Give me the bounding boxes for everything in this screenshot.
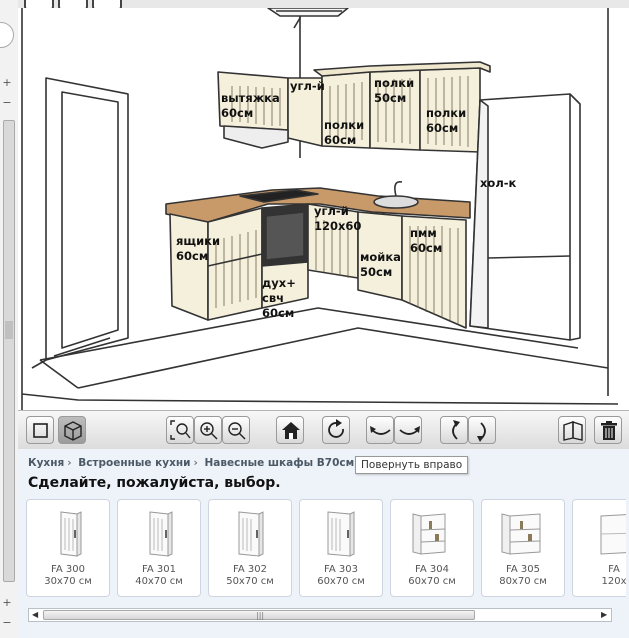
rotate-right-button[interactable] — [394, 416, 422, 444]
tilt-up-button[interactable] — [440, 416, 468, 444]
tilt-up-icon — [452, 420, 460, 440]
collapse-minus-icon[interactable]: − — [0, 616, 14, 630]
home-icon — [282, 422, 300, 439]
left-panel-scrollbar[interactable] — [3, 120, 15, 582]
left-side-panel: + − + − — [0, 0, 19, 638]
view-toolbar — [18, 410, 629, 450]
product-card[interactable]: FA 300 30x70 см — [26, 499, 110, 597]
scrollbar-thumb[interactable] — [5, 321, 13, 339]
product-card[interactable]: FA 304 60x70 см — [390, 499, 474, 597]
label-shelves-60b: полки 60см — [426, 106, 467, 135]
scroll-right-icon[interactable]: ▶ — [601, 610, 607, 619]
label-dishwasher: пмм 60см — [410, 226, 443, 255]
product-name: FA 302 — [233, 564, 267, 575]
label-hood: вытяжка 60см — [221, 91, 280, 120]
top-toolbar — [18, 0, 629, 10]
product-name: FA 305 — [506, 564, 540, 575]
square-plan-icon — [33, 423, 48, 438]
breadcrumb-item[interactable]: Кухня — [28, 457, 64, 469]
product-size: 120x — [601, 576, 626, 587]
product-size: 80x70 см — [499, 576, 547, 587]
zoom-fit-button[interactable] — [166, 416, 194, 444]
product-name: FA 301 — [142, 564, 176, 575]
trash-icon — [601, 421, 617, 440]
view-2d-button[interactable] — [26, 416, 54, 444]
zoom-in-button[interactable] — [194, 416, 222, 444]
label-oven: дух+ свч 60см — [262, 276, 296, 320]
breadcrumb-item[interactable]: Навесные шкафы B70см — [204, 457, 354, 469]
breadcrumb-separator-icon: › — [193, 457, 198, 469]
wall-cabinet-icon — [149, 511, 173, 557]
product-name: FA 300 — [51, 564, 85, 575]
product-card[interactable]: FA 303 60x70 см — [299, 499, 383, 597]
product-card[interactable]: FA 305 80x70 см — [481, 499, 565, 597]
catalog-book-button[interactable] — [558, 416, 586, 444]
delete-button[interactable] — [594, 416, 622, 444]
panel-toggle-button[interactable] — [0, 22, 14, 48]
tilt-down-icon — [477, 422, 486, 442]
tooltip: Повернуть вправо — [355, 456, 469, 474]
label-shelves-60a: полки 60см — [324, 118, 365, 147]
breadcrumb-item[interactable]: Встроенные кухни — [78, 457, 190, 469]
label-sink: мойка 50см — [360, 250, 401, 279]
tilt-down-button[interactable] — [468, 416, 496, 444]
zoom-out-icon — [228, 422, 246, 440]
undo-rotate-button[interactable] — [322, 416, 350, 444]
open-wall-cabinet-icon — [501, 513, 541, 555]
scroll-left-icon[interactable]: ◀ — [32, 610, 38, 619]
product-card[interactable]: FA 301 40x70 см — [117, 499, 201, 597]
breadcrumb: Кухня › Встроенные кухни › Навесные шкафы … — [28, 457, 365, 469]
product-size: 40x70 см — [135, 576, 183, 587]
rotate-right-icon — [399, 426, 420, 435]
catalog-panel: Кухня › Встроенные кухни › Навесные шкафы … — [18, 449, 629, 638]
kitchen-3d-viewport[interactable]: вытяжка 60см угл-й полки 60см полки 50см… — [18, 8, 629, 410]
cube-icon — [64, 421, 82, 441]
narrow-wall-cabinet-icon — [60, 511, 82, 557]
rotate-left-icon — [370, 426, 391, 435]
product-size: 60x70 см — [408, 576, 456, 587]
open-wall-cabinet-icon — [412, 513, 446, 555]
product-card[interactable]: FA 302 50x70 см — [208, 499, 292, 597]
product-list-scrollbar[interactable]: ◀ ||| ▶ — [28, 608, 612, 622]
book-icon — [563, 421, 583, 441]
label-corner-base: угл-й 120x60 — [314, 204, 362, 233]
rotate-reset-icon — [328, 419, 344, 438]
grip-icon: ||| — [256, 611, 265, 620]
product-name: FA 303 — [324, 564, 358, 575]
label-fridge: хол-к — [480, 176, 517, 190]
product-name: FA 304 — [415, 564, 449, 575]
product-size: 60x70 см — [317, 576, 365, 587]
zoom-in-icon — [200, 422, 218, 440]
collapse-minus-icon[interactable]: − — [0, 96, 14, 110]
rotate-left-button[interactable] — [366, 416, 394, 444]
label-shelves-50: полки 50см — [374, 76, 415, 105]
label-drawers: ящики 60см — [176, 234, 221, 263]
zoom-fit-icon — [170, 420, 191, 440]
expand-plus-icon[interactable]: + — [0, 76, 14, 90]
selection-prompt: Сделайте, пожалуйста, выбор. — [28, 475, 281, 491]
scrollbar-thumb[interactable]: ||| — [43, 610, 475, 620]
product-size: 50x70 см — [226, 576, 274, 587]
product-size: 30x70 см — [44, 576, 92, 587]
breadcrumb-separator-icon: › — [67, 457, 72, 469]
wall-cabinet-icon — [238, 511, 264, 557]
expand-plus-icon[interactable]: + — [0, 596, 14, 610]
product-card[interactable]: FA 120x — [572, 499, 626, 597]
product-name: FA — [608, 564, 620, 575]
label-corner-wall: угл-й — [290, 79, 325, 93]
product-list: FA 300 30x70 см FA 301 40x70 см FA 302 5… — [26, 499, 626, 601]
wall-cabinet-icon — [327, 511, 355, 557]
view-3d-button[interactable] — [58, 416, 86, 444]
zoom-out-button[interactable] — [222, 416, 250, 444]
home-view-button[interactable] — [276, 416, 304, 444]
wide-wall-cabinet-icon — [600, 514, 626, 555]
